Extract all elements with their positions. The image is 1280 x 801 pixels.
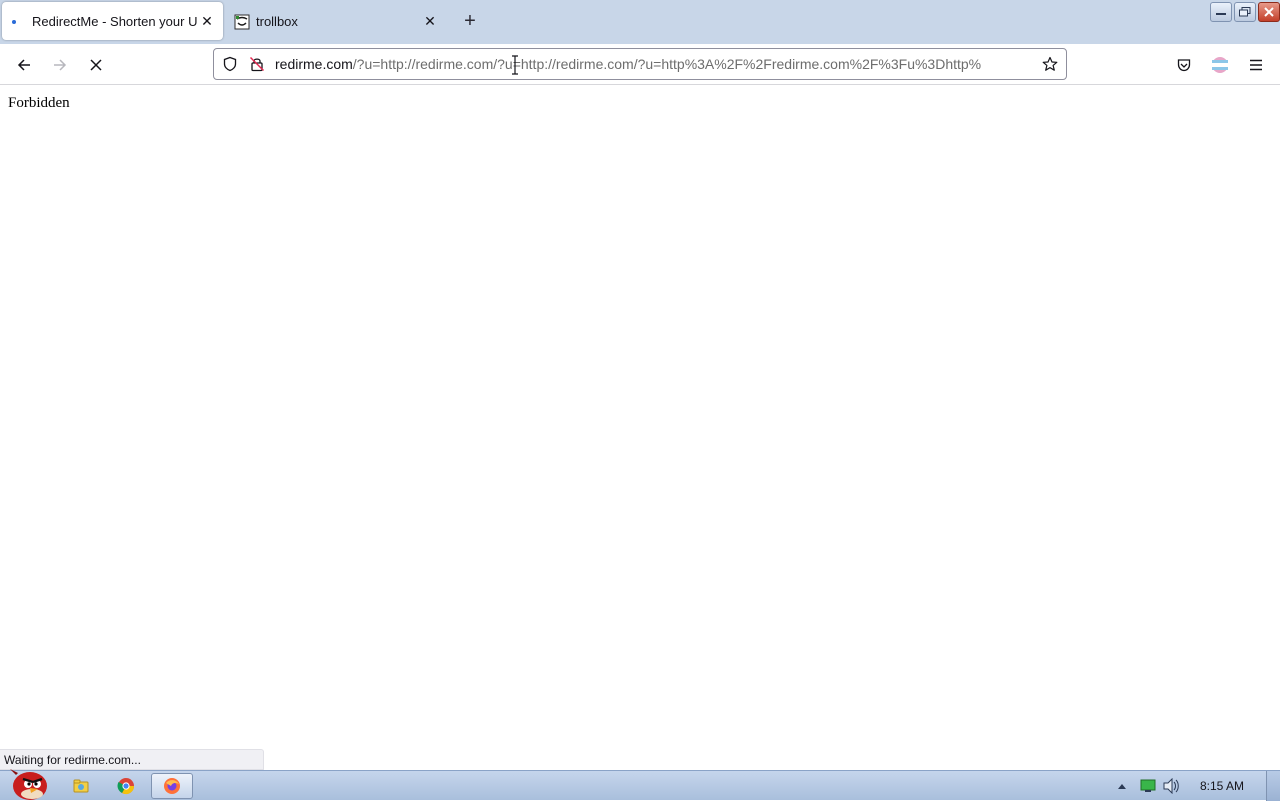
url-fade <box>1004 51 1034 77</box>
text-cursor-icon <box>512 55 518 75</box>
minimize-icon <box>1216 13 1226 15</box>
pocket-icon <box>1177 59 1191 72</box>
taskbar-file-explorer[interactable] <box>60 773 102 799</box>
taskbar-chrome[interactable] <box>105 773 147 799</box>
forward-button[interactable] <box>47 52 73 78</box>
volume-icon[interactable] <box>1162 778 1180 794</box>
url-text[interactable]: redirme.com/?u=http://redirme.com/?u=htt… <box>275 56 1033 72</box>
new-tab-button[interactable]: + <box>458 10 482 34</box>
chrome-icon <box>117 778 135 795</box>
restore-icon <box>1239 7 1251 17</box>
stop-x-icon <box>90 59 102 71</box>
tab-redirectme[interactable]: RedirectMe - Shorten your URL ✕ <box>2 2 223 40</box>
taskbar-clock[interactable]: 8:15 AM <box>1200 779 1244 793</box>
tab-strip: RedirectMe - Shorten your URL ✕ trollbox… <box>0 0 1280 44</box>
back-button[interactable] <box>11 52 37 78</box>
network-icon[interactable] <box>1140 779 1156 793</box>
arrow-left-icon <box>17 59 30 71</box>
tray-up-arrow-icon[interactable] <box>1117 782 1127 790</box>
arrow-right-icon <box>54 59 67 71</box>
restore-button[interactable] <box>1234 2 1256 22</box>
pocket-button[interactable] <box>1171 52 1197 78</box>
close-tab-button[interactable]: ✕ <box>199 13 215 29</box>
firefox-icon <box>164 778 180 794</box>
tab-title: RedirectMe - Shorten your URL <box>32 13 198 29</box>
close-window-button[interactable] <box>1258 2 1280 22</box>
url-path: /?u=http://redirme.com/?u=http://redirme… <box>352 56 982 72</box>
loading-indicator-icon <box>12 20 16 24</box>
menu-button[interactable] <box>1243 52 1269 78</box>
stop-button[interactable] <box>83 52 109 78</box>
account-button[interactable] <box>1207 52 1233 78</box>
taskbar-firefox[interactable] <box>151 773 193 799</box>
start-button-angry-bird-icon[interactable] <box>4 763 50 801</box>
star-icon[interactable] <box>1042 56 1058 72</box>
lock-warning-icon[interactable] <box>249 56 265 72</box>
show-desktop-button[interactable] <box>1266 771 1280 801</box>
page-content: Forbidden <box>0 86 1280 770</box>
close-icon <box>1264 7 1274 17</box>
forbidden-message: Forbidden <box>8 95 70 111</box>
close-tab-button[interactable]: ✕ <box>422 13 438 29</box>
trollface-favicon-icon <box>234 14 250 30</box>
hamburger-menu-icon <box>1250 59 1262 71</box>
window-controls <box>1210 2 1280 24</box>
taskbar: 8:15 AM <box>0 769 1280 801</box>
tab-title: trollbox <box>256 13 298 29</box>
shield-icon[interactable] <box>222 56 238 72</box>
file-explorer-icon <box>73 779 89 793</box>
navigation-toolbar: redirme.com/?u=http://redirme.com/?u=htt… <box>0 44 1280 85</box>
tab-trollbox[interactable]: trollbox ✕ <box>226 2 446 40</box>
account-icon <box>1212 57 1228 73</box>
minimize-button[interactable] <box>1210 2 1232 22</box>
url-domain: redirme.com <box>275 56 353 72</box>
address-bar[interactable]: redirme.com/?u=http://redirme.com/?u=htt… <box>213 48 1067 80</box>
